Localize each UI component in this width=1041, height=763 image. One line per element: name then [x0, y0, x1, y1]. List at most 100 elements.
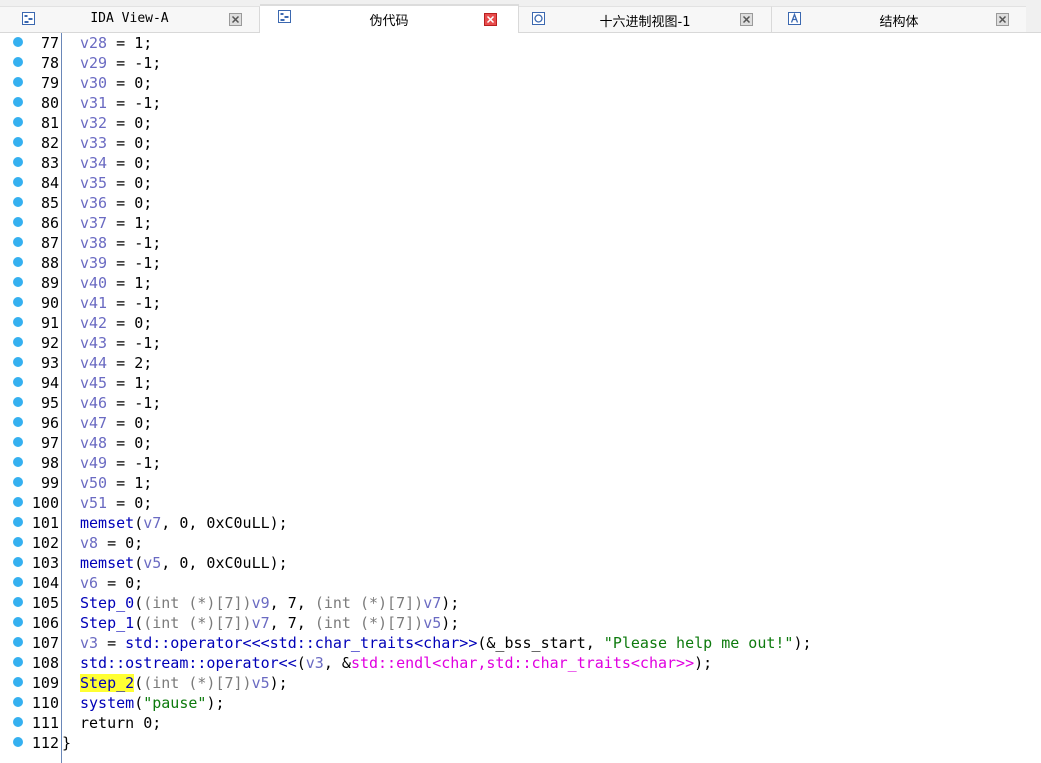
variable[interactable]: v44 — [80, 354, 107, 372]
function-name[interactable]: std::ostream::operator<< — [80, 654, 297, 672]
tab-ida-view[interactable]: IDA View-A — [0, 6, 260, 32]
variable[interactable]: v3 — [306, 654, 324, 672]
code-line[interactable]: 104 v6 = 0; — [0, 573, 1041, 593]
variable[interactable]: v7 — [423, 594, 441, 612]
code-line[interactable]: 109 Step_2((int (*)[7])v5); — [0, 673, 1041, 693]
variable[interactable]: v48 — [80, 434, 107, 452]
variable[interactable]: v5 — [252, 674, 270, 692]
variable[interactable]: v49 — [80, 454, 107, 472]
line-number: 110 — [31, 694, 59, 712]
code-line[interactable]: 112} — [0, 733, 1041, 753]
code-line[interactable]: 90 v41 = -1; — [0, 293, 1041, 313]
line-number: 90 — [40, 294, 59, 312]
code-line[interactable]: 103 memset(v5, 0, 0xC0uLL); — [0, 553, 1041, 573]
code-line[interactable]: 93 v44 = 2; — [0, 353, 1041, 373]
code-line[interactable]: 80 v31 = -1; — [0, 93, 1041, 113]
code-line[interactable]: 108 std::ostream::operator<<(v3, &std::en… — [0, 653, 1041, 673]
variable[interactable]: v36 — [80, 194, 107, 212]
variable[interactable]: v28 — [80, 34, 107, 52]
variable[interactable]: v7 — [252, 614, 270, 632]
code-line[interactable]: 107 v3 = std::operator<<<std::char_traits… — [0, 633, 1041, 653]
variable[interactable]: v46 — [80, 394, 107, 412]
value: 0 — [134, 314, 144, 332]
code-line[interactable]: 110 system("pause"); — [0, 693, 1041, 713]
variable[interactable]: v35 — [80, 174, 107, 192]
code-line[interactable]: 84 v35 = 0; — [0, 173, 1041, 193]
variable[interactable]: v40 — [80, 274, 107, 292]
function-name[interactable]: memset — [80, 514, 134, 532]
code-line[interactable]: 88 v39 = -1; — [0, 253, 1041, 273]
variable[interactable]: v32 — [80, 114, 107, 132]
variable[interactable]: v34 — [80, 154, 107, 172]
pseudocode-view[interactable]: 77 v28 = 1; 78 v29 = -1; 79 v30 = 0; 80 v31 … — [0, 33, 1041, 763]
code-line[interactable]: 92 v43 = -1; — [0, 333, 1041, 353]
type-cast: (int (*)[7]) — [143, 674, 252, 692]
value: 1 — [134, 274, 144, 292]
function-name-highlighted[interactable]: Step_2 — [80, 674, 135, 692]
variable[interactable]: v50 — [80, 474, 107, 492]
function-name[interactable]: system — [80, 694, 134, 712]
variable[interactable]: v41 — [80, 294, 107, 312]
code-text: , 7, — [269, 594, 315, 612]
variable[interactable]: v43 — [80, 334, 107, 352]
variable[interactable]: v30 — [80, 74, 107, 92]
code-line[interactable]: 97 v48 = 0; — [0, 433, 1041, 453]
code-line[interactable]: 86 v37 = 1; — [0, 213, 1041, 233]
tab-pseudocode[interactable]: 伪代码 — [260, 4, 519, 33]
code-line[interactable]: 96 v47 = 0; — [0, 413, 1041, 433]
variable[interactable]: v9 — [252, 594, 270, 612]
close-icon[interactable] — [996, 13, 1009, 26]
variable[interactable]: v3 — [80, 634, 98, 652]
code-line[interactable]: 95 v46 = -1; — [0, 393, 1041, 413]
code-line[interactable]: 81 v32 = 0; — [0, 113, 1041, 133]
variable[interactable]: v6 — [80, 574, 98, 592]
close-icon[interactable] — [740, 13, 753, 26]
function-name[interactable]: Step_1 — [80, 614, 134, 632]
code-line[interactable]: 85 v36 = 0; — [0, 193, 1041, 213]
variable[interactable]: v47 — [80, 414, 107, 432]
code-line[interactable]: 106 Step_1((int (*)[7])v7, 7, (int (*)[7]… — [0, 613, 1041, 633]
variable[interactable]: v51 — [80, 494, 107, 512]
variable[interactable]: v33 — [80, 134, 107, 152]
code-line[interactable]: 98 v49 = -1; — [0, 453, 1041, 473]
value: -1 — [134, 454, 153, 472]
code-line[interactable]: 105 Step_0((int (*)[7])v9, 7, (int (*)[7]… — [0, 593, 1041, 613]
code-line[interactable]: 101 memset(v7, 0, 0xC0uLL); — [0, 513, 1041, 533]
code-line[interactable]: 82 v33 = 0; — [0, 133, 1041, 153]
template-function[interactable]: std::endl<char,std::char_traits<char>> — [351, 654, 694, 672]
variable[interactable]: v31 — [80, 94, 107, 112]
code-line[interactable]: 100 v51 = 0; — [0, 493, 1041, 513]
variable[interactable]: v8 — [80, 534, 98, 552]
function-name[interactable]: Step_0 — [80, 594, 134, 612]
code-text: , 7, — [269, 614, 315, 632]
line-number: 107 — [31, 634, 59, 652]
variable[interactable]: v5 — [423, 614, 441, 632]
tab-structures[interactable]: 结构体 — [772, 6, 1026, 32]
variable[interactable]: v29 — [80, 54, 107, 72]
close-icon[interactable] — [229, 13, 242, 26]
tab-hex-view[interactable]: 十六进制视图-1 — [519, 6, 772, 32]
code-line[interactable]: 83 v34 = 0; — [0, 153, 1041, 173]
variable[interactable]: v39 — [80, 254, 107, 272]
function-name[interactable]: std::operator<<<std::char_traits<char>> — [125, 634, 477, 652]
code-line[interactable]: 91 v42 = 0; — [0, 313, 1041, 333]
function-name[interactable]: memset — [80, 554, 134, 572]
variable[interactable]: v37 — [80, 214, 107, 232]
code-line[interactable]: 89 v40 = 1; — [0, 273, 1041, 293]
code-line[interactable]: 77 v28 = 1; — [0, 33, 1041, 53]
code-line[interactable]: 94 v45 = 1; — [0, 373, 1041, 393]
code-line[interactable]: 99 v50 = 1; — [0, 473, 1041, 493]
variable[interactable]: v45 — [80, 374, 107, 392]
variable[interactable]: v7 — [143, 514, 161, 532]
code-line[interactable]: 102 v8 = 0; — [0, 533, 1041, 553]
code-line[interactable]: 87 v38 = -1; — [0, 233, 1041, 253]
variable[interactable]: v5 — [143, 554, 161, 572]
value: -1 — [134, 254, 153, 272]
code-line[interactable]: 79 v30 = 0; — [0, 73, 1041, 93]
code-line[interactable]: 78 v29 = -1; — [0, 53, 1041, 73]
variable[interactable]: v38 — [80, 234, 107, 252]
code-line[interactable]: 111 return 0; — [0, 713, 1041, 733]
value: 1 — [134, 34, 144, 52]
variable[interactable]: v42 — [80, 314, 107, 332]
close-icon[interactable] — [484, 13, 497, 26]
